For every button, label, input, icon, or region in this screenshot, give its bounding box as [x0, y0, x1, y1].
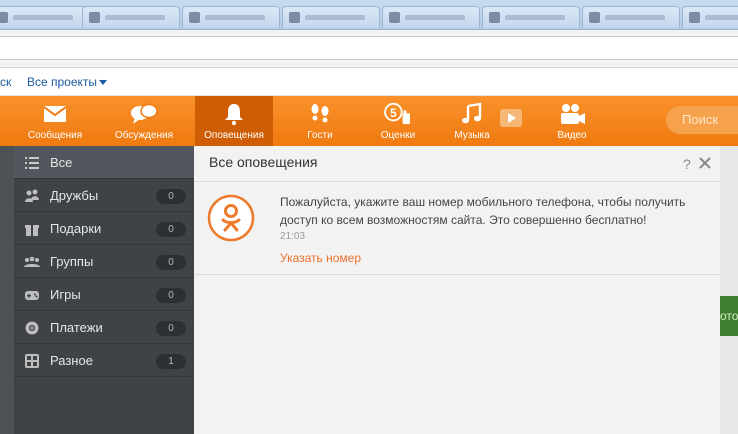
toolbar-item-notifications[interactable]: Оповещения	[195, 96, 273, 146]
sidebar-item-games[interactable]: Игры 0	[14, 278, 194, 311]
count-badge: 0	[156, 288, 186, 303]
friends-icon	[25, 189, 39, 202]
panel-header: Все оповещения ?	[194, 146, 720, 182]
tab-title-placeholder	[405, 15, 465, 20]
toolbar-item-messages[interactable]: Сообщения	[14, 96, 96, 146]
toolbar-item-label: Обсуждения	[114, 130, 174, 141]
site-link-strip: ск Все проекты	[0, 68, 738, 96]
bell-icon	[225, 104, 243, 126]
notification-item: Пожалуйста, укажите ваш номер мобильного…	[194, 183, 720, 275]
toolbar-item-music[interactable]: Музыка	[442, 96, 502, 146]
address-bar-row	[0, 30, 738, 68]
page-background-right	[720, 146, 738, 434]
all-projects-link[interactable]: Все проекты	[27, 75, 97, 89]
svg-text:5: 5	[390, 106, 397, 120]
sidebar-item-groups[interactable]: Группы 0	[14, 245, 194, 278]
tab-title-placeholder	[705, 15, 738, 20]
toolbar-item-ratings[interactable]: 5 Оценки	[362, 96, 434, 146]
close-icon[interactable]	[698, 156, 712, 170]
specify-number-link[interactable]: Указать номер	[280, 251, 361, 265]
tab-title-placeholder	[305, 15, 365, 20]
browser-tab[interactable]	[182, 6, 280, 28]
browser-tab[interactable]	[82, 6, 180, 28]
page: ск Все проекты Сообщения Обсуждения Опов…	[0, 0, 738, 434]
sidebar-item-label: Платежи	[50, 320, 103, 335]
favicon-icon	[189, 12, 200, 23]
envelope-icon	[43, 106, 67, 122]
speech-bubbles-icon	[131, 103, 158, 124]
count-badge: 0	[156, 222, 186, 237]
footprints-icon	[311, 104, 329, 123]
play-icon[interactable]	[499, 108, 523, 128]
page-background-left	[0, 146, 14, 434]
notifications-panel: Все оповещения ? Пожалуйста, укажите ваш…	[194, 146, 720, 434]
toolbar-item-video[interactable]: Видео	[540, 96, 604, 146]
help-icon[interactable]: ?	[683, 156, 691, 172]
payments-icon	[25, 321, 39, 335]
favicon-icon	[0, 12, 8, 23]
browser-tab[interactable]	[282, 6, 380, 28]
browser-tab-strip	[0, 0, 738, 30]
favicon-icon	[689, 12, 700, 23]
toolbar-item-label: Музыка	[454, 130, 490, 141]
sidebar-item-label: Дружбы	[50, 188, 99, 203]
gift-icon	[25, 225, 39, 236]
favicon-icon	[589, 12, 600, 23]
browser-tab[interactable]	[482, 6, 580, 28]
panel-title: Все оповещения	[209, 154, 318, 170]
favicon-icon	[89, 12, 100, 23]
sidebar-item-payments[interactable]: Платежи 0	[14, 311, 194, 344]
favicon-icon	[289, 12, 300, 23]
count-badge: 0	[156, 321, 186, 336]
browser-tab[interactable]	[382, 6, 480, 28]
browser-tab[interactable]	[0, 6, 88, 28]
sidebar-item-label: Игры	[50, 287, 81, 302]
toolbar-item-label: Видео	[557, 130, 587, 141]
toolbar-item-label: Гости	[307, 130, 333, 141]
sidebar-item-label: Все	[50, 155, 73, 170]
sidebar-item-misc[interactable]: Разное 1	[14, 344, 194, 377]
sidebar-item-all[interactable]: Все	[14, 146, 194, 179]
sidebar-item-label: Разное	[50, 353, 93, 368]
list-icon	[25, 157, 39, 169]
toolbar-item-label: Оценки	[380, 130, 416, 141]
notifications-sidebar: Все Дружбы 0 Подарки 0 Группы 0 Игры 0 П…	[14, 146, 194, 434]
tab-title-placeholder	[13, 15, 73, 20]
sidebar-item-label: Группы	[50, 254, 94, 269]
gamepad-icon	[25, 291, 39, 300]
tab-title-placeholder	[105, 15, 165, 20]
video-camera-icon	[561, 104, 585, 124]
toolbar-item-label: Оповещения	[204, 130, 264, 141]
sidebar-item-gifts[interactable]: Подарки 0	[14, 212, 194, 245]
favicon-icon	[389, 12, 400, 23]
sidebar-item-friendships[interactable]: Дружбы 0	[14, 179, 194, 212]
tab-title-placeholder	[205, 15, 265, 20]
main-toolbar: Сообщения Обсуждения Оповещения Гости 5 …	[0, 96, 738, 146]
browser-tab[interactable]	[582, 6, 680, 28]
tab-title-placeholder	[505, 15, 565, 20]
count-badge: 0	[156, 255, 186, 270]
misc-icon	[25, 354, 39, 368]
notification-time: 21:03	[280, 231, 306, 242]
sidebar-item-label: Подарки	[50, 221, 102, 236]
five-rating-icon: 5	[384, 102, 410, 125]
odnoklassniki-logo-icon	[207, 194, 255, 242]
search-input[interactable]: Поиск	[666, 106, 738, 134]
truncated-link[interactable]: ск	[0, 75, 11, 89]
toolbar-item-discussions[interactable]: Обсуждения	[104, 96, 184, 146]
notification-text: Пожалуйста, укажите ваш номер мобильного…	[280, 195, 686, 227]
count-badge: 1	[156, 354, 186, 369]
groups-icon	[24, 256, 40, 267]
tab-title-placeholder	[605, 15, 665, 20]
browser-tab[interactable]	[682, 6, 738, 28]
count-badge: 0	[156, 189, 186, 204]
toolbar-item-guests[interactable]: Гости	[288, 96, 352, 146]
address-input[interactable]	[0, 36, 738, 60]
partial-green-button[interactable]: ото	[720, 296, 738, 336]
favicon-icon	[489, 12, 500, 23]
music-note-icon	[462, 102, 482, 124]
toolbar-item-label: Сообщения	[27, 130, 83, 141]
chevron-down-icon[interactable]	[99, 80, 107, 85]
